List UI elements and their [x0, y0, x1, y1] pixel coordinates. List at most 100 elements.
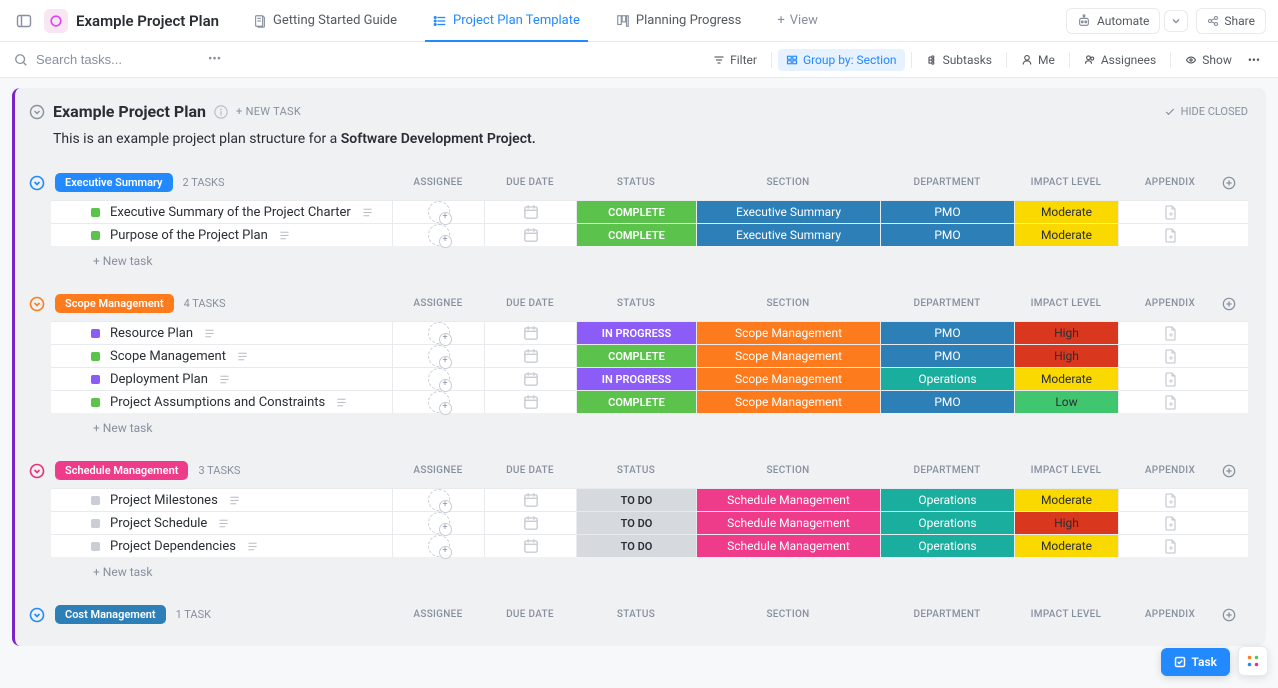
assignee-cell[interactable] — [392, 322, 484, 344]
appendix-cell[interactable] — [1118, 391, 1222, 413]
description-icon[interactable] — [361, 206, 374, 219]
description-icon[interactable] — [203, 327, 216, 340]
assignee-cell[interactable] — [392, 391, 484, 413]
task-row[interactable]: Project MilestonesTO DOSchedule Manageme… — [51, 488, 1248, 511]
description-icon[interactable] — [236, 350, 249, 363]
new-task-row-button[interactable]: + New task — [51, 246, 1248, 268]
add-assignee-icon[interactable] — [428, 512, 450, 534]
search-more-icon[interactable]: ••• — [204, 48, 225, 71]
department-cell[interactable]: PMO — [880, 322, 1014, 344]
description-icon[interactable] — [218, 373, 231, 386]
chevron-down-icon[interactable] — [29, 296, 45, 312]
status-cell[interactable]: COMPLETE — [576, 224, 696, 246]
chevron-down-icon[interactable] — [29, 463, 45, 479]
due-date-cell[interactable] — [484, 512, 576, 534]
department-cell[interactable]: PMO — [880, 224, 1014, 246]
section-cell[interactable]: Schedule Management — [696, 535, 880, 557]
new-task-row-button[interactable]: + New task — [51, 557, 1248, 579]
toolbar-more-icon[interactable]: ••• — [1244, 49, 1264, 71]
due-date-cell[interactable] — [484, 201, 576, 223]
add-assignee-icon[interactable] — [428, 535, 450, 557]
tab-planning-progress[interactable]: Planning Progress — [602, 0, 755, 42]
impact-cell[interactable]: Low — [1014, 391, 1118, 413]
me-button[interactable]: Me — [1013, 49, 1063, 71]
assignee-cell[interactable] — [392, 489, 484, 511]
task-row[interactable]: Project Assumptions and ConstraintsCOMPL… — [51, 390, 1248, 413]
add-column-icon[interactable] — [1222, 297, 1248, 311]
department-cell[interactable]: PMO — [880, 391, 1014, 413]
share-button[interactable]: Share — [1196, 8, 1266, 34]
section-cell[interactable]: Scope Management — [696, 322, 880, 344]
collapse-icon[interactable] — [29, 104, 45, 120]
status-cell[interactable]: COMPLETE — [576, 391, 696, 413]
due-date-cell[interactable] — [484, 489, 576, 511]
section-cell[interactable]: Schedule Management — [696, 512, 880, 534]
section-pill[interactable]: Cost Management — [55, 605, 166, 624]
appendix-cell[interactable] — [1118, 224, 1222, 246]
appendix-cell[interactable] — [1118, 512, 1222, 534]
automate-dropdown[interactable] — [1164, 10, 1188, 32]
add-assignee-icon[interactable] — [428, 391, 450, 413]
task-row[interactable]: Executive Summary of the Project Charter… — [51, 200, 1248, 223]
automate-button[interactable]: Automate — [1066, 8, 1160, 34]
impact-cell[interactable]: Moderate — [1014, 224, 1118, 246]
appendix-cell[interactable] — [1118, 535, 1222, 557]
impact-cell[interactable]: Moderate — [1014, 201, 1118, 223]
new-task-row-button[interactable]: + New task — [51, 413, 1248, 435]
department-cell[interactable]: PMO — [880, 201, 1014, 223]
add-assignee-icon[interactable] — [428, 201, 450, 223]
new-task-floating-button[interactable]: Task — [1161, 648, 1231, 676]
department-cell[interactable]: Operations — [880, 512, 1014, 534]
status-cell[interactable]: IN PROGRESS — [576, 322, 696, 344]
add-column-icon[interactable] — [1222, 608, 1248, 622]
section-cell[interactable]: Scope Management — [696, 368, 880, 390]
tab-getting-started[interactable]: Getting Started Guide — [239, 0, 411, 42]
department-cell[interactable]: PMO — [880, 345, 1014, 367]
description-icon[interactable] — [228, 494, 241, 507]
chevron-down-icon[interactable] — [29, 175, 45, 191]
search-input[interactable] — [36, 52, 196, 67]
status-cell[interactable]: TO DO — [576, 535, 696, 557]
section-cell[interactable]: Executive Summary — [696, 224, 880, 246]
assignees-button[interactable]: Assignees — [1076, 49, 1164, 71]
add-view-button[interactable]: + View — [763, 13, 832, 28]
task-row[interactable]: Project ScheduleTO DOSchedule Management… — [51, 511, 1248, 534]
appendix-cell[interactable] — [1118, 201, 1222, 223]
add-column-icon[interactable] — [1222, 176, 1248, 190]
assignee-cell[interactable] — [392, 201, 484, 223]
impact-cell[interactable]: High — [1014, 345, 1118, 367]
section-cell[interactable]: Schedule Management — [696, 489, 880, 511]
description-icon[interactable] — [246, 540, 259, 553]
section-pill[interactable]: Scope Management — [55, 294, 174, 313]
description-icon[interactable] — [278, 229, 291, 242]
task-row[interactable]: Project DependenciesTO DOSchedule Manage… — [51, 534, 1248, 557]
impact-cell[interactable]: High — [1014, 512, 1118, 534]
due-date-cell[interactable] — [484, 535, 576, 557]
section-pill[interactable]: Executive Summary — [55, 173, 173, 192]
new-task-top-button[interactable]: + NEW TASK — [236, 105, 301, 118]
appendix-cell[interactable] — [1118, 345, 1222, 367]
add-column-icon[interactable] — [1222, 464, 1248, 478]
apps-floating-button[interactable] — [1238, 646, 1268, 676]
due-date-cell[interactable] — [484, 345, 576, 367]
filter-button[interactable]: Filter — [705, 49, 765, 71]
assignee-cell[interactable] — [392, 368, 484, 390]
add-assignee-icon[interactable] — [428, 322, 450, 344]
subtasks-button[interactable]: Subtasks — [918, 49, 1000, 71]
task-row[interactable]: Purpose of the Project PlanCOMPLETEExecu… — [51, 223, 1248, 246]
impact-cell[interactable]: Moderate — [1014, 489, 1118, 511]
status-cell[interactable]: IN PROGRESS — [576, 368, 696, 390]
task-row[interactable]: Resource PlanIN PROGRESSScope Management… — [51, 321, 1248, 344]
task-row[interactable]: Scope ManagementCOMPLETEScope Management… — [51, 344, 1248, 367]
section-pill[interactable]: Schedule Management — [55, 461, 188, 480]
sidebar-toggle-icon[interactable] — [12, 9, 36, 33]
appendix-cell[interactable] — [1118, 489, 1222, 511]
section-cell[interactable]: Executive Summary — [696, 201, 880, 223]
add-assignee-icon[interactable] — [428, 489, 450, 511]
hide-closed-button[interactable]: HIDE CLOSED — [1164, 105, 1248, 118]
assignee-cell[interactable] — [392, 224, 484, 246]
due-date-cell[interactable] — [484, 368, 576, 390]
add-assignee-icon[interactable] — [428, 345, 450, 367]
add-assignee-icon[interactable] — [428, 368, 450, 390]
description-icon[interactable] — [335, 396, 348, 409]
